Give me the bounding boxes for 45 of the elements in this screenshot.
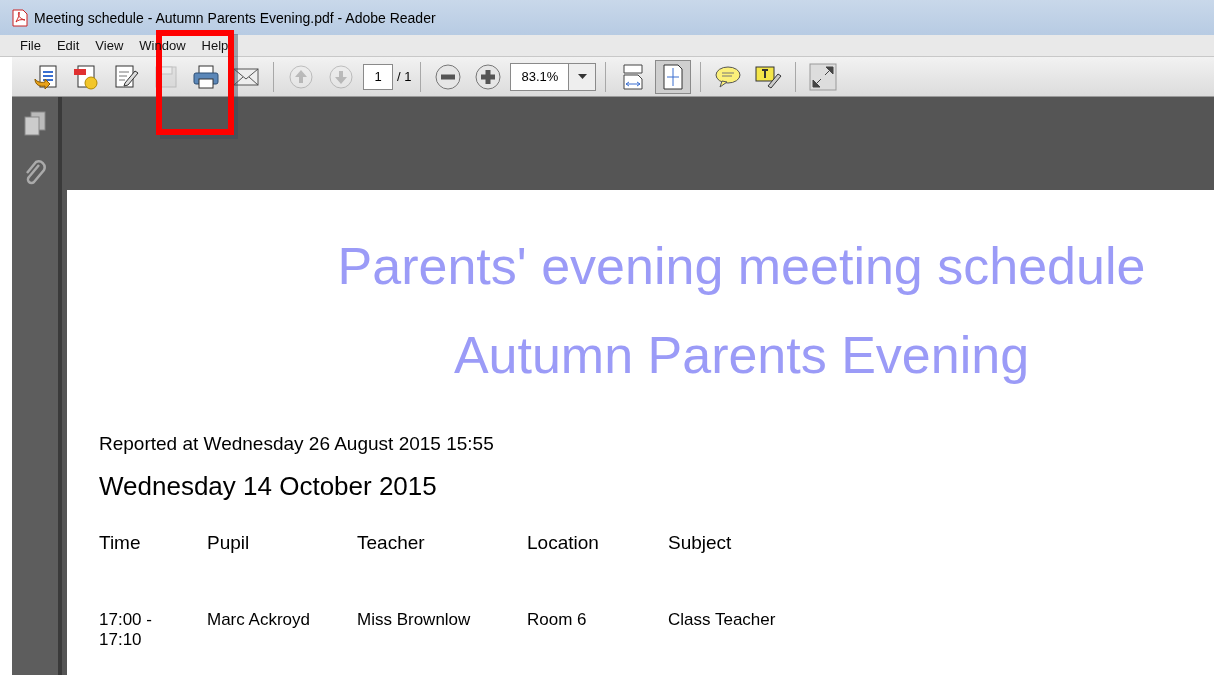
table-cell-text: Miss Brownlow (357, 609, 472, 631)
document-title: Parents' evening meeting schedule (336, 236, 1147, 297)
pages-button[interactable] (23, 111, 47, 137)
window-title: Meeting schedule - Autumn Parents Evening.pdf - Adobe Reader (34, 9, 436, 26)
pages-icon (23, 111, 47, 137)
table-cell-text: Room 6 (527, 609, 588, 631)
create-document-icon (72, 62, 100, 91)
attachments-button[interactable] (23, 159, 47, 187)
paperclip-icon (23, 159, 47, 187)
expand-icon (809, 62, 838, 91)
zoom-out-icon (434, 62, 463, 91)
column-header: Pupil (207, 531, 251, 554)
envelope-icon (232, 65, 260, 88)
menu-item[interactable]: File (12, 38, 49, 53)
column-header: Location (527, 531, 600, 554)
fit-width-icon (621, 62, 646, 91)
table-cell-text: Class Teacher (668, 609, 777, 631)
zoom-field[interactable]: 83.1% (510, 62, 569, 91)
menu-item[interactable]: View (87, 38, 132, 53)
arrow-down-icon (328, 63, 354, 90)
menu-item[interactable]: Help (193, 38, 237, 53)
arrow-up-icon (288, 63, 314, 90)
caret-icon (577, 74, 587, 79)
dropdown-button[interactable] (568, 62, 597, 91)
open-document-icon (32, 62, 60, 91)
save-icon (153, 63, 179, 90)
meeting-date: Wednesday 14 October 2015 (99, 470, 438, 502)
zoom-in-icon (474, 62, 503, 91)
page-number-field[interactable]: 1 (363, 63, 393, 90)
table-cell-text: Marc Ackroyd (207, 609, 311, 631)
column-header: Subject (668, 531, 733, 554)
column-header: Teacher (357, 531, 426, 554)
pdf-file-icon (12, 8, 28, 27)
fit-page-button[interactable] (655, 59, 692, 94)
document-subtitle: Autumn Parents Evening (452, 325, 1031, 387)
edit-document-icon (112, 62, 140, 91)
report-timestamp: Reported at Wednesday 26 August 2015 15:55 (99, 432, 495, 455)
menu-item[interactable]: Edit (48, 38, 88, 53)
page-count: / 1 (397, 69, 412, 84)
text-note-icon (754, 63, 783, 90)
table-cell-text: 17:00 - 17:10 (99, 609, 153, 650)
column-header: Time (99, 531, 142, 554)
speech-bubble-icon (714, 64, 743, 89)
printer-icon (192, 63, 220, 90)
fit-page-icon (661, 62, 686, 91)
